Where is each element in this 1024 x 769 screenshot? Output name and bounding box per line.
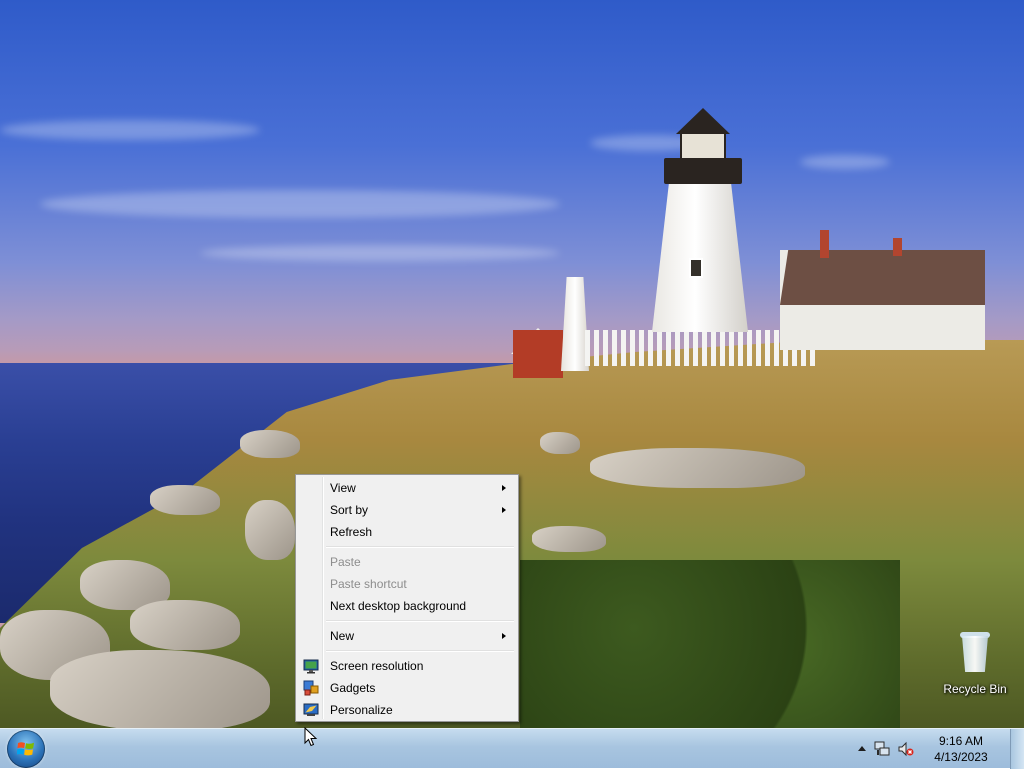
menu-separator bbox=[326, 650, 514, 652]
menu-separator bbox=[326, 620, 514, 622]
wallpaper-chimney bbox=[820, 230, 829, 258]
wallpaper-rock bbox=[245, 500, 295, 560]
clock-time: 9:16 AM bbox=[938, 734, 984, 748]
menu-item-label: Screen resolution bbox=[330, 659, 424, 673]
menu-item-sort-by[interactable]: Sort by bbox=[298, 499, 516, 521]
desktop-icon-recycle-bin[interactable]: Recycle Bin bbox=[942, 630, 1008, 696]
wallpaper-rock bbox=[540, 432, 580, 454]
wallpaper-chimney bbox=[893, 238, 902, 256]
menu-item-gadgets[interactable]: Gadgets bbox=[298, 677, 516, 699]
submenu-arrow-icon bbox=[502, 485, 506, 491]
menu-item-refresh[interactable]: Refresh bbox=[298, 521, 516, 543]
menu-item-view[interactable]: View bbox=[298, 477, 516, 499]
menu-item-label: Personalize bbox=[330, 703, 393, 717]
windows-start-orb-icon bbox=[17, 742, 34, 756]
menu-item-label: View bbox=[330, 481, 356, 495]
mouse-cursor-icon bbox=[304, 727, 318, 747]
menu-item-label: New bbox=[330, 629, 355, 643]
menu-item-label: Next desktop background bbox=[330, 599, 467, 613]
recycle-bin-body bbox=[962, 636, 988, 672]
wallpaper-cloud bbox=[200, 245, 560, 261]
wallpaper-lighthouse-window bbox=[689, 258, 703, 278]
menu-item-next-desktop-background[interactable]: Next desktop background bbox=[298, 595, 516, 617]
desktop-icon-label: Recycle Bin bbox=[943, 682, 1007, 696]
wallpaper-cloud bbox=[0, 120, 260, 140]
screen-resolution-icon bbox=[303, 659, 319, 674]
wallpaper-rock bbox=[130, 600, 240, 650]
desktop-context-menu: View Sort by Refresh Paste Paste shortcu… bbox=[295, 474, 519, 722]
submenu-arrow-icon bbox=[502, 507, 506, 513]
menu-item-paste-shortcut[interactable]: Paste shortcut bbox=[298, 573, 516, 595]
wallpaper-rock bbox=[240, 430, 300, 458]
wallpaper-lighthouse-lantern bbox=[680, 132, 726, 160]
start-button[interactable] bbox=[7, 730, 45, 768]
network-icon[interactable] bbox=[874, 741, 890, 757]
menu-item-label: Sort by bbox=[330, 503, 369, 517]
clock-date: 4/13/2023 bbox=[934, 750, 988, 764]
wallpaper-cloud bbox=[40, 190, 560, 218]
menu-item-label: Paste bbox=[330, 555, 361, 569]
volume-muted-icon[interactable] bbox=[898, 741, 914, 757]
recycle-bin-icon bbox=[958, 630, 992, 672]
menu-item-personalize[interactable]: Personalize bbox=[298, 699, 516, 721]
personalize-icon bbox=[303, 703, 319, 716]
show-hidden-icons-chevron-icon[interactable] bbox=[854, 741, 870, 757]
menu-item-paste[interactable]: Paste bbox=[298, 551, 516, 573]
show-desktop-button[interactable] bbox=[1010, 729, 1024, 769]
wallpaper-shed bbox=[513, 330, 563, 378]
wallpaper-cloud bbox=[800, 155, 890, 169]
wallpaper-rock bbox=[532, 526, 606, 552]
wallpaper-rock bbox=[590, 448, 805, 488]
menu-item-label: Paste shortcut bbox=[330, 577, 407, 591]
menu-item-new[interactable]: New bbox=[298, 625, 516, 647]
menu-item-screen-resolution[interactable]: Screen resolution bbox=[298, 655, 516, 677]
wallpaper-lighthouse-roof bbox=[676, 108, 730, 134]
wallpaper-lighthouse bbox=[652, 180, 748, 332]
wallpaper-rock bbox=[50, 650, 270, 728]
menu-item-label: Refresh bbox=[330, 525, 373, 539]
wallpaper-lighthouse-gallery bbox=[664, 158, 742, 184]
wallpaper-bushes bbox=[520, 560, 900, 728]
menu-separator bbox=[326, 546, 514, 548]
submenu-arrow-icon bbox=[502, 633, 506, 639]
wallpaper-house-roof bbox=[780, 250, 985, 305]
menu-item-label: Gadgets bbox=[330, 681, 376, 695]
gadgets-icon bbox=[303, 680, 319, 696]
taskbar-clock[interactable]: 9:16 AM 4/13/2023 bbox=[926, 733, 996, 765]
taskbar: 9:16 AM 4/13/2023 bbox=[0, 728, 1024, 769]
system-tray: 9:16 AM 4/13/2023 bbox=[854, 729, 1024, 769]
wallpaper-rock bbox=[150, 485, 220, 515]
